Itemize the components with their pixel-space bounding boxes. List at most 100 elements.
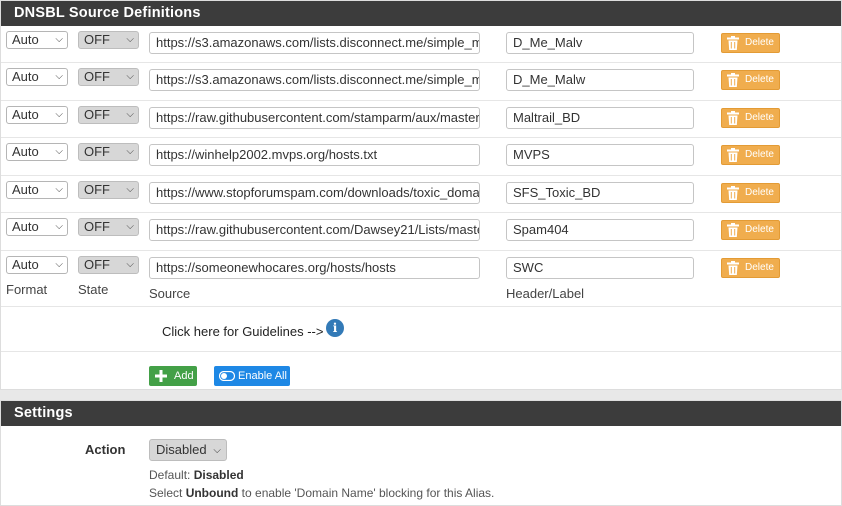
action-help: Select Unbound to enable 'Domain Name' b… (149, 486, 494, 500)
state-select[interactable]: OFF ⌵ (78, 143, 139, 161)
delete-button[interactable]: Delete (721, 220, 780, 240)
add-button[interactable]: Add (149, 366, 197, 386)
chevron-down-icon: ⌵ (55, 184, 63, 195)
default-value: Disabled (193, 468, 244, 482)
source-url-value: https://s3.amazonaws.com/lists.disconnec… (156, 72, 479, 87)
trash-icon (727, 36, 739, 50)
format-value: Auto (12, 182, 39, 197)
format-value: Auto (12, 219, 39, 234)
source-url-input[interactable]: https://raw.githubusercontent.com/Dawsey… (149, 219, 480, 241)
chevron-down-icon: ⌵ (126, 221, 134, 232)
state-select[interactable]: OFF ⌵ (78, 31, 139, 49)
header-label-input[interactable]: MVPS (506, 144, 694, 166)
delete-button[interactable]: Delete (721, 145, 780, 165)
guidelines-row: Click here for Guidelines --> i (1, 307, 841, 352)
source-column-label: Source (149, 286, 191, 301)
delete-label: Delete (745, 224, 774, 235)
header-label-input[interactable]: Maltrail_BD (506, 107, 694, 129)
plus-icon (155, 370, 167, 382)
state-select[interactable]: OFF ⌵ (78, 68, 139, 86)
panel-title: DNSBL Source Definitions (1, 1, 841, 26)
chevron-down-icon: ⌵ (126, 259, 134, 270)
header-label-value: Spam404 (513, 222, 569, 237)
enable-all-label: Enable All (238, 370, 287, 382)
chevron-down-icon: ⌵ (55, 221, 63, 232)
format-select[interactable]: Auto ⌵ (6, 143, 68, 161)
trash-icon (727, 148, 739, 162)
settings-title: Settings (1, 401, 841, 426)
format-select[interactable]: Auto ⌵ (6, 68, 68, 86)
format-select[interactable]: Auto ⌵ (6, 31, 68, 49)
source-url-value: https://s3.amazonaws.com/lists.disconnec… (156, 35, 479, 50)
header-label-value: D_Me_Malw (513, 72, 586, 87)
header-column-label: Header/Label (506, 286, 585, 301)
header-label-input[interactable]: Spam404 (506, 219, 694, 241)
trash-icon (727, 261, 739, 275)
delete-label: Delete (745, 74, 774, 85)
source-url-value: https://winhelp2002.mvps.org/hosts.txt (156, 147, 378, 162)
source-url-input[interactable]: https://www.stopforumspam.com/downloads/… (149, 182, 480, 204)
delete-label: Delete (745, 149, 774, 160)
toggle-icon (219, 371, 235, 381)
header-label-input[interactable]: D_Me_Malw (506, 69, 694, 91)
action-value: Disabled (156, 442, 207, 457)
help-bold: Unbound (185, 486, 239, 500)
delete-button[interactable]: Delete (721, 183, 780, 203)
delete-label: Delete (745, 187, 774, 198)
format-select[interactable]: Auto ⌵ (6, 106, 68, 124)
trash-icon (727, 223, 739, 237)
delete-button[interactable]: Delete (721, 108, 780, 128)
header-label-input[interactable]: SWC (506, 257, 694, 279)
chevron-down-icon: ⌵ (126, 34, 134, 45)
action-select[interactable]: Disabled ⌵ (149, 439, 227, 461)
source-url-value: https://raw.githubusercontent.com/stampa… (156, 110, 480, 125)
delete-button[interactable]: Delete (721, 70, 780, 90)
guidelines-link[interactable]: Click here for Guidelines --> (162, 324, 323, 339)
header-label-input[interactable]: SFS_Toxic_BD (506, 182, 694, 204)
source-url-input[interactable]: https://winhelp2002.mvps.org/hosts.txt (149, 144, 480, 166)
delete-button[interactable]: Delete (721, 33, 780, 53)
format-value: Auto (12, 144, 39, 159)
source-url-input[interactable]: https://s3.amazonaws.com/lists.disconnec… (149, 32, 480, 54)
add-label: Add (174, 370, 194, 382)
state-select[interactable]: OFF ⌵ (78, 218, 139, 236)
header-label-value: Maltrail_BD (513, 110, 581, 125)
state-select[interactable]: OFF ⌵ (78, 181, 139, 199)
format-select[interactable]: Auto ⌵ (6, 256, 68, 274)
state-value: OFF (84, 69, 110, 84)
trash-icon (727, 111, 739, 125)
info-icon[interactable]: i (326, 319, 344, 337)
chevron-down-icon: ⌵ (126, 184, 134, 195)
source-row: Auto ⌵ OFF ⌵ https://winhelp2002.mvps.org/ho… (1, 138, 841, 176)
format-value: Auto (12, 257, 39, 272)
header-label-input[interactable]: D_Me_Malv (506, 32, 694, 54)
delete-label: Delete (745, 112, 774, 123)
default-prefix: Default: (149, 468, 194, 482)
source-url-value: https://someonewhocares.org/hosts/hosts (156, 260, 396, 275)
format-select[interactable]: Auto ⌵ (6, 218, 68, 236)
source-row: Auto ⌵ OFF ⌵ https://someonewhocares.org/hos… (1, 251, 841, 307)
state-column-label: State (78, 282, 109, 297)
trash-icon (727, 73, 739, 87)
source-url-input[interactable]: https://raw.githubusercontent.com/stampa… (149, 107, 480, 129)
state-value: OFF (84, 107, 110, 122)
source-url-value: https://raw.githubusercontent.com/Dawsey… (156, 222, 480, 237)
settings-panel: Settings Action Disabled ⌵ Default: Disa… (0, 400, 842, 506)
chevron-down-icon: ⌵ (126, 146, 134, 157)
chevron-down-icon: ⌵ (55, 109, 63, 120)
source-url-input[interactable]: https://s3.amazonaws.com/lists.disconnec… (149, 69, 480, 91)
enable-all-button[interactable]: Enable All (214, 366, 290, 386)
default-help: Default: Disabled (149, 468, 244, 482)
trash-icon (727, 186, 739, 200)
help-suffix: to enable 'Domain Name' blocking for thi… (238, 486, 495, 500)
source-url-value: https://www.stopforumspam.com/downloads/… (156, 185, 480, 200)
source-row: Auto ⌵ OFF ⌵ https://s3.amazonaws.com/lists.… (1, 26, 841, 63)
state-select[interactable]: OFF ⌵ (78, 106, 139, 124)
state-value: OFF (84, 144, 110, 159)
format-select[interactable]: Auto ⌵ (6, 181, 68, 199)
source-row: Auto ⌵ OFF ⌵ https://raw.githubusercontent.c… (1, 213, 841, 251)
state-select[interactable]: OFF ⌵ (78, 256, 139, 274)
delete-button[interactable]: Delete (721, 258, 780, 278)
source-url-input[interactable]: https://someonewhocares.org/hosts/hosts (149, 257, 480, 279)
header-label-value: SFS_Toxic_BD (513, 185, 601, 200)
